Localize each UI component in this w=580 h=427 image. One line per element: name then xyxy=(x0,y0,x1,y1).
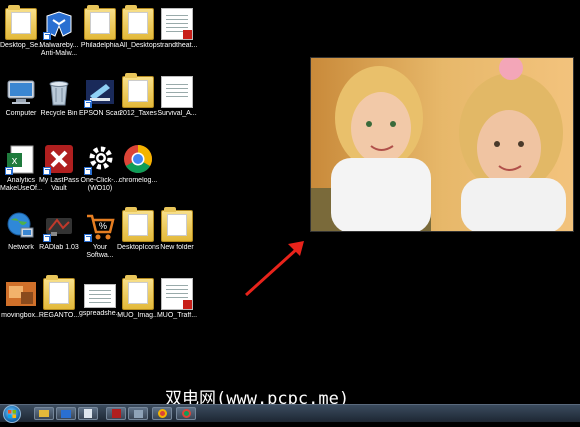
desktop-icon-malwarebytes[interactable]: Malwareby... Anti-Malw... xyxy=(38,8,80,58)
icon-label: strandtheat... xyxy=(156,42,198,49)
taskbar-explorer-button[interactable] xyxy=(34,407,54,420)
desktop-icon-reganto[interactable]: REGANTO... xyxy=(38,275,80,320)
recycle-bin-icon xyxy=(43,76,75,108)
svg-text:x: x xyxy=(12,155,18,167)
lastpass-icon xyxy=(43,143,75,175)
window-icon xyxy=(133,410,143,418)
taskbar-malwarebytes-button[interactable] xyxy=(56,407,76,420)
folder-icon xyxy=(39,410,49,417)
icon-label: movingbox... xyxy=(1,312,41,319)
pdf-badge-icon xyxy=(183,300,192,309)
desktop-icon-radlab[interactable]: RADlab 1.03 xyxy=(38,210,80,252)
icon-label: Survival_A... xyxy=(157,110,197,117)
chrome-icon xyxy=(122,143,154,175)
icon-label: Desktop_Se... xyxy=(0,42,42,49)
folder-icon xyxy=(122,73,154,108)
folder-icon xyxy=(122,207,154,242)
icon-label: Computer xyxy=(5,110,37,117)
icon-label: RADlab 1.03 xyxy=(39,244,79,251)
svg-text:%: % xyxy=(99,221,107,231)
icon-label: My LastPass Vault xyxy=(38,177,80,192)
start-button[interactable] xyxy=(3,405,21,423)
folder-icon xyxy=(5,5,37,40)
icon-label: New folder xyxy=(160,244,194,251)
scanner-icon xyxy=(84,76,116,108)
taskbar-app2-button[interactable] xyxy=(128,407,148,420)
pdf-badge-icon xyxy=(183,30,192,39)
icon-label: DesktopIcons xyxy=(117,244,159,251)
desktop-icon-network[interactable]: Network xyxy=(0,210,42,252)
icon-label: gspreadshe... xyxy=(79,310,121,317)
icon-label: REGANTO... xyxy=(38,312,80,319)
computer-icon xyxy=(5,76,37,108)
chrome-icon xyxy=(181,409,191,418)
icon-label: Network xyxy=(8,244,34,251)
desktop-icon-chromelog[interactable]: chromelog... xyxy=(117,143,159,185)
desktop-icon-movingbox[interactable]: movingbox... xyxy=(0,278,42,320)
desktop-icon-desktopicons[interactable]: DesktopIcons xyxy=(117,207,159,252)
excel-icon: x xyxy=(5,143,37,175)
spreadsheet-icon xyxy=(84,284,116,308)
taskbar-chrome2-button[interactable] xyxy=(176,407,196,420)
desktop-icon-gspreadsheet[interactable]: gspreadshe... xyxy=(79,278,121,318)
desktop-photo xyxy=(310,57,574,232)
folder-icon xyxy=(161,207,193,242)
radlab-icon xyxy=(43,210,75,242)
folder-icon xyxy=(43,275,75,310)
desktop-icon-desktop-se[interactable]: Desktop_Se... xyxy=(0,5,42,50)
folder-icon xyxy=(122,275,154,310)
icon-label: MUO_Imag... xyxy=(117,312,159,319)
malwarebytes-icon xyxy=(61,410,71,418)
folder-icon xyxy=(122,5,154,40)
desktop-icon-computer[interactable]: Computer xyxy=(0,76,42,118)
icon-label: Analytics MakeUseOf... xyxy=(0,177,42,192)
desktop-icon-all-desktop[interactable]: All_Desktop xyxy=(117,5,159,50)
desktop-icon-muo-traffic[interactable]: MUO_Traff... xyxy=(156,278,198,320)
desktop-icon-recycle-bin[interactable]: Recycle Bin xyxy=(38,76,80,118)
desktop-icon-muo-images[interactable]: MUO_Imag... xyxy=(117,275,159,320)
image-thumbnail-icon xyxy=(5,278,37,310)
chrome-icon xyxy=(157,409,167,418)
desktop-icon-one-click[interactable]: One-Click-... (WO10) xyxy=(79,143,121,193)
taskbar xyxy=(0,404,580,423)
desktop: Desktop_Se... Malwareby... Anti-Malw... … xyxy=(0,0,580,409)
icon-label: MUO_Traff... xyxy=(156,312,198,319)
desktop-icon-epson-scan[interactable]: EPSON Scan xyxy=(79,76,121,118)
icon-label: Malwareby... Anti-Malw... xyxy=(39,42,79,57)
desktop-icon-your-software[interactable]: % Your Softwa... xyxy=(79,210,121,260)
desktop-icon-2012-taxes[interactable]: 2012_Taxes xyxy=(117,73,159,118)
document-icon xyxy=(161,8,193,40)
arrow-annotation-icon xyxy=(244,241,304,297)
windows-logo-icon xyxy=(8,410,16,418)
malwarebytes-icon xyxy=(43,8,75,40)
icon-label: Your Softwa... xyxy=(86,244,114,259)
icon-label: Recycle Bin xyxy=(40,110,78,117)
shopping-cart-icon: % xyxy=(84,210,116,242)
gear-icon xyxy=(84,143,116,175)
icon-label: All_Desktop xyxy=(119,42,157,49)
desktop-icon-philadelphia[interactable]: Philadelphia xyxy=(79,5,121,50)
lastpass-icon xyxy=(111,409,121,418)
document-icon xyxy=(84,409,92,418)
desktop-icon-analytics[interactable]: x Analytics MakeUseOf... xyxy=(0,143,42,193)
network-globe-icon xyxy=(5,210,37,242)
desktop-icon-strandtheat[interactable]: strandtheat... xyxy=(156,8,198,50)
desktop-icon-new-folder[interactable]: New folder xyxy=(156,207,198,252)
document-icon xyxy=(161,76,193,108)
icon-label: Philadelphia xyxy=(80,42,120,49)
taskbar-app-button[interactable] xyxy=(78,407,98,420)
icon-label: chromelog... xyxy=(118,177,158,184)
icon-label: 2012_Taxes xyxy=(119,110,157,117)
taskbar-chrome-button[interactable] xyxy=(152,407,172,420)
desktop-icon-lastpass[interactable]: My LastPass Vault xyxy=(38,143,80,193)
document-icon xyxy=(161,278,193,310)
desktop-icon-survival[interactable]: Survival_A... xyxy=(156,76,198,118)
folder-icon xyxy=(84,5,116,40)
icon-label: One-Click-... (WO10) xyxy=(80,177,120,192)
taskbar-lastpass-button[interactable] xyxy=(106,407,126,420)
icon-label: EPSON Scan xyxy=(79,110,121,117)
